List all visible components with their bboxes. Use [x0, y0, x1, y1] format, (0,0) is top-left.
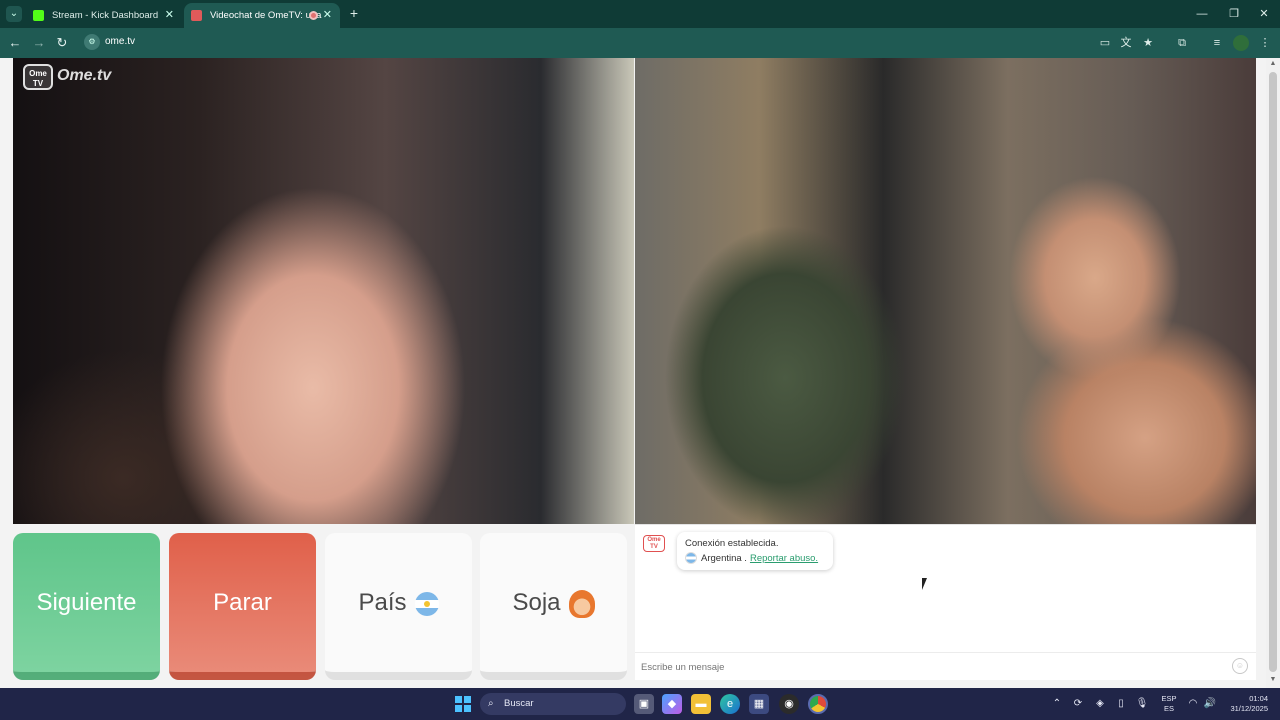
chat-message-input[interactable] [641, 659, 1201, 675]
close-tab-icon[interactable]: ✕ [323, 3, 332, 28]
forward-button[interactable]: → [30, 34, 48, 52]
gender-button-label: Soja [512, 589, 561, 616]
task-view-icon[interactable]: ▣ [634, 694, 654, 714]
usb-icon[interactable]: ▯ [1113, 696, 1129, 712]
tab-search-button[interactable]: ⌄ [6, 6, 22, 22]
tab-title: Videochat de OmeTV: una [210, 10, 322, 21]
partner-country-text: Argentina . [701, 552, 747, 564]
next-button[interactable]: Siguiente [13, 533, 160, 680]
profile-avatar[interactable] [1233, 35, 1249, 51]
remote-video-feed [635, 58, 1256, 524]
system-clock[interactable]: 01:04 31/12/2025 [1222, 694, 1268, 714]
file-explorer-icon[interactable]: ▬ [691, 694, 711, 714]
country-button[interactable]: País [325, 533, 472, 680]
wifi-icon[interactable]: ◠ [1185, 696, 1201, 712]
mouse-cursor [922, 578, 927, 590]
recording-indicator-icon [309, 11, 318, 20]
volume-icon[interactable]: 🔊 [1202, 696, 1218, 712]
scrollbar-thumb[interactable] [1269, 72, 1277, 672]
close-window-button[interactable]: ✕ [1248, 0, 1280, 28]
input-language-indicator[interactable]: ESP ES [1158, 694, 1180, 714]
url-field[interactable]: ome.tv [105, 36, 135, 47]
language-code: ESP [1161, 694, 1177, 703]
chat-input-row: ☺ [635, 652, 1256, 680]
taskbar-search[interactable]: ⌕ Buscar [480, 693, 626, 715]
start-menu-icon[interactable] [455, 696, 471, 712]
page-content: Ome TV Ome.tv Siguiente Parar País Soja … [0, 58, 1280, 688]
chrome-icon[interactable] [808, 694, 828, 714]
cast-icon[interactable]: ▭ [1097, 35, 1113, 51]
close-tab-icon[interactable]: ✕ [165, 3, 174, 28]
gender-button[interactable]: Soja [480, 533, 627, 680]
bookmark-star-icon[interactable]: ★ [1140, 35, 1156, 51]
maximize-button[interactable]: ❐ [1218, 0, 1250, 28]
stop-button[interactable]: Parar [169, 533, 316, 680]
minimize-button[interactable]: — [1186, 0, 1218, 28]
scroll-up-icon[interactable]: ▲ [1268, 60, 1278, 70]
report-abuse-link[interactable]: Reportar abuso. [750, 553, 818, 564]
address-bar: ← → ↻ ⚙ ome.tv ▭ 文 ★ ⧉ ≡ ⋮ [0, 28, 1280, 58]
connection-status-text: Conexión establecida. [685, 538, 779, 549]
ometv-icon [191, 10, 202, 21]
back-button[interactable]: ← [6, 34, 24, 52]
windows-taskbar: ⌕ Buscar ▣ ◆ ▬ e ▦ ◉ ⌃ ⟳ ◈ ▯ 🎙 ESP ES ◠ … [0, 688, 1280, 720]
media-controls-icon[interactable]: ≡ [1209, 35, 1225, 51]
microsoft-store-icon[interactable]: ▦ [749, 694, 769, 714]
site-info-icon[interactable]: ⚙ [84, 34, 100, 50]
system-message: Conexión establecida. Argentina . Report… [677, 532, 833, 570]
tab-kick-dashboard[interactable]: Stream - Kick Dashboard ✕ [26, 3, 182, 28]
ometv-chat-logo-icon: Ome TV [643, 535, 665, 552]
argentina-flag-icon [685, 552, 697, 564]
kick-icon [33, 10, 44, 21]
new-tab-button[interactable]: + [346, 4, 362, 22]
country-button-label: País [358, 589, 407, 616]
copilot-icon[interactable]: ◆ [662, 694, 682, 714]
translate-icon[interactable]: 文 [1118, 35, 1134, 51]
taskbar-search-label: Buscar [504, 698, 534, 709]
argentina-flag-icon [414, 591, 439, 616]
app-tray-icon[interactable]: ◈ [1092, 696, 1108, 712]
woman-emoji-icon [568, 589, 595, 618]
tab-title: Stream - Kick Dashboard [52, 10, 159, 21]
obs-icon[interactable]: ◉ [779, 694, 799, 714]
sync-icon[interactable]: ⟳ [1070, 696, 1086, 712]
stop-button-label: Parar [213, 589, 272, 616]
clock-date: 31/12/2025 [1230, 704, 1268, 713]
page-scrollbar[interactable]: ▲ ▼ [1266, 58, 1280, 688]
next-button-label: Siguiente [36, 589, 137, 616]
extensions-icon[interactable]: ⧉ [1174, 35, 1190, 51]
emoji-picker-icon[interactable]: ☺ [1232, 658, 1248, 674]
scroll-down-icon[interactable]: ▼ [1268, 676, 1278, 686]
browser-menu-icon[interactable]: ⋮ [1257, 35, 1273, 51]
reload-button[interactable]: ↻ [53, 34, 71, 52]
show-hidden-icons-icon[interactable]: ⌃ [1049, 696, 1065, 712]
microphone-icon[interactable]: 🎙 [1134, 696, 1150, 712]
ometv-logo-badge: Ome TV [23, 64, 53, 90]
chat-panel: Ome TV Conexión establecida. Argentina .… [635, 524, 1256, 680]
tab-ometv[interactable]: Videochat de OmeTV: una ✕ [184, 3, 340, 28]
edge-browser-icon[interactable]: e [720, 694, 740, 714]
browser-tab-strip: ⌄ Stream - Kick Dashboard ✕ Videochat de… [0, 0, 1280, 28]
keyboard-layout: ES [1163, 704, 1174, 713]
ometv-logo-text: Ome.tv [57, 67, 112, 84]
search-icon: ⌕ [488, 698, 494, 709]
local-video-feed: Ome TV Ome.tv [13, 58, 634, 524]
clock-time: 01:04 [1249, 694, 1268, 703]
